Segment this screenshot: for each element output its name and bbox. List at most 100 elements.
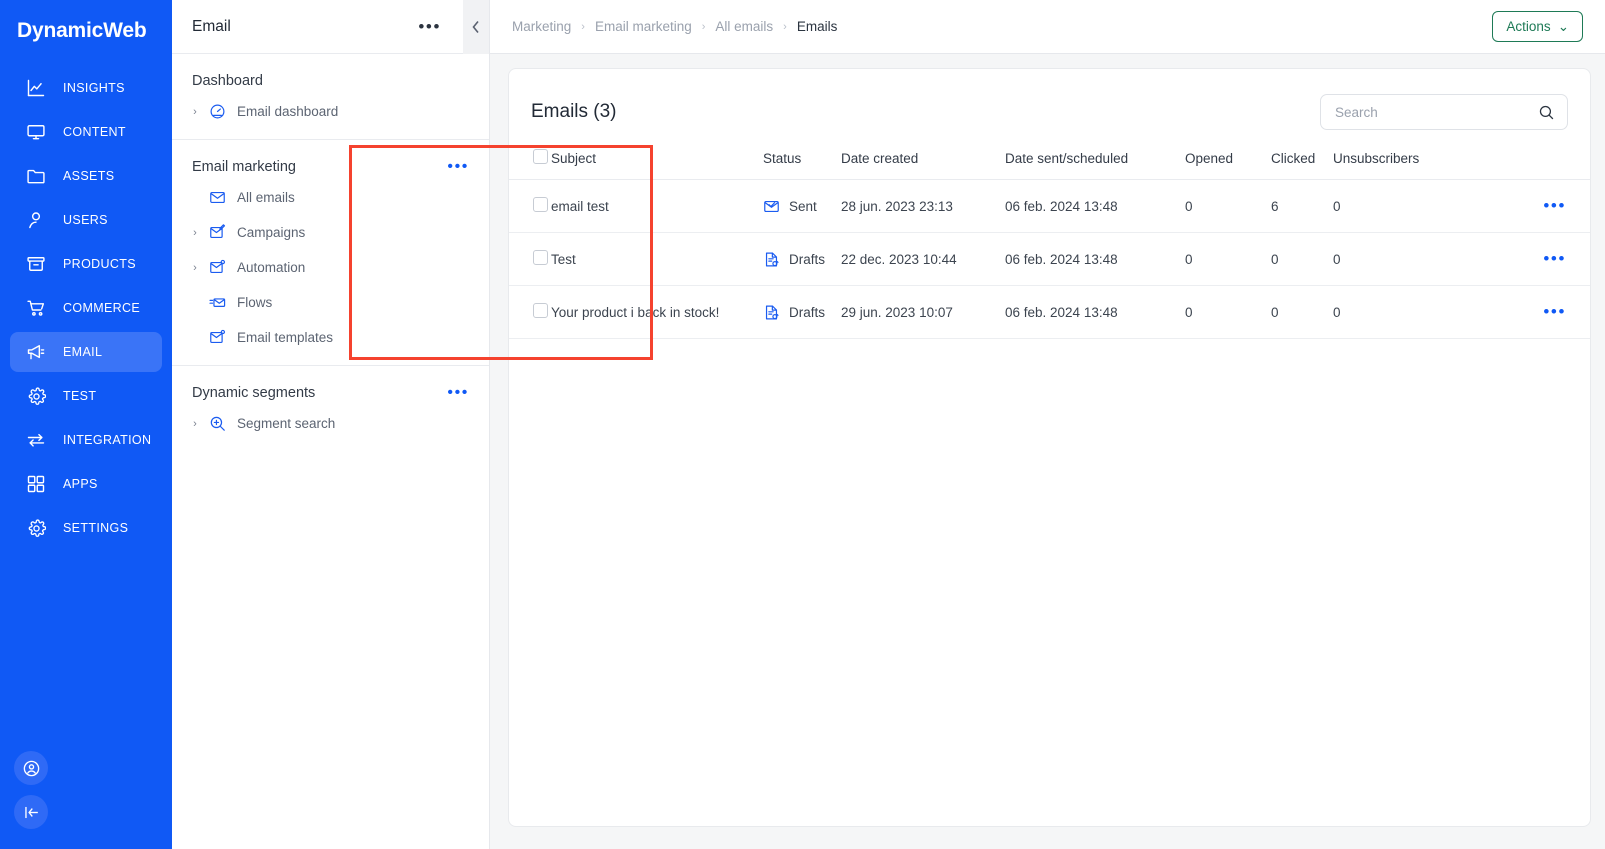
rail-item-email[interactable]: EMAIL xyxy=(10,332,162,372)
rail-item-settings[interactable]: SETTINGS xyxy=(10,508,162,548)
cell-status: Drafts xyxy=(763,285,841,339)
folder-icon xyxy=(26,166,46,186)
row-checkbox[interactable] xyxy=(533,250,548,265)
panel-collapse-button[interactable] xyxy=(463,0,489,54)
row-checkbox[interactable] xyxy=(533,303,548,318)
sidebar-item-label: Email dashboard xyxy=(237,104,339,119)
rail-item-commerce[interactable]: COMMERCE xyxy=(10,288,162,328)
rail-item-label: ASSETS xyxy=(63,169,115,183)
sidebar-item-email-dashboard[interactable]: › Email dashboard xyxy=(172,94,489,129)
envelope-icon xyxy=(208,189,226,207)
chevron-right-icon[interactable]: › xyxy=(188,262,202,274)
search-box[interactable] xyxy=(1320,94,1568,130)
status-label: Sent xyxy=(789,198,817,214)
cell-unsubscribers: 0 xyxy=(1333,285,1483,339)
status-badge: Sent xyxy=(763,198,841,215)
user-account-button[interactable] xyxy=(14,751,48,785)
envelope-gear-icon xyxy=(208,259,226,277)
secondary-nav-panel: Email ••• Dashboard › Email dashboard Email… xyxy=(172,0,653,849)
row-menu-button[interactable]: ••• xyxy=(1483,303,1590,320)
rail-item-label: TEST xyxy=(63,389,97,403)
sidebar-item-label: Email templates xyxy=(237,330,334,345)
cell-unsubscribers: 0 xyxy=(1333,179,1483,233)
envelope-edit-icon xyxy=(208,224,226,242)
actions-button[interactable]: Actions ⌄ xyxy=(1492,11,1583,42)
column-header-actions xyxy=(1483,141,1590,180)
nav-group-dashboard: Dashboard › Email dashboard xyxy=(172,54,489,140)
rail-item-insights[interactable]: INSIGHTS xyxy=(10,68,162,108)
emails-table: Subject Status Date created Date sent/sc… xyxy=(509,141,1590,339)
sidebar-item-segment-search[interactable]: › Segment search xyxy=(172,406,489,441)
rail-item-label: PRODUCTS xyxy=(63,257,136,271)
row-select-cell xyxy=(509,285,551,339)
row-checkbox[interactable] xyxy=(533,197,548,212)
breadcrumb-item-emails: Emails xyxy=(796,19,838,34)
chevron-right-icon[interactable]: › xyxy=(188,418,202,430)
column-header-status[interactable]: Status xyxy=(763,141,841,180)
rail-item-users[interactable]: USERS xyxy=(10,200,162,240)
sidebar-item-label: All emails xyxy=(237,190,295,205)
row-select-cell xyxy=(509,179,551,233)
row-menu-button[interactable]: ••• xyxy=(1483,197,1590,214)
row-menu-button[interactable]: ••• xyxy=(1483,250,1590,267)
table-header-row: Subject Status Date created Date sent/sc… xyxy=(509,141,1590,180)
column-header-subject[interactable]: Subject xyxy=(551,141,763,180)
column-header-unsubscribers[interactable]: Unsubscribers xyxy=(1333,141,1483,180)
envelope-flow-icon xyxy=(208,294,226,312)
column-header-date-sent[interactable]: Date sent/scheduled xyxy=(1005,141,1185,180)
table-row[interactable]: Test Drafts 22 dec. 2023 10:44 06 feb. 2024… xyxy=(509,232,1590,286)
sidebar-item-email-templates[interactable]: ›Email templates xyxy=(172,320,489,355)
table-row[interactable]: email test Sent 28 jun. 2023 23:13 06 feb. … xyxy=(509,179,1590,233)
breadcrumb-item-marketing[interactable]: Marketing xyxy=(512,19,571,34)
cell-date-created: 29 jun. 2023 10:07 xyxy=(841,285,1005,339)
table-row[interactable]: Your product i back in stock! Drafts 29 ju… xyxy=(509,285,1590,339)
rail-item-apps[interactable]: APPS xyxy=(10,464,162,504)
sidebar-item-all-emails[interactable]: ›All emails xyxy=(172,180,489,215)
nav-group-more-button[interactable]: ••• xyxy=(447,385,469,401)
breadcrumb-item-email-marketing[interactable]: Email marketing xyxy=(595,19,692,34)
select-all-checkbox[interactable] xyxy=(533,149,548,164)
rail-item-assets[interactable]: ASSETS xyxy=(10,156,162,196)
rail-item-products[interactable]: PRODUCTS xyxy=(10,244,162,284)
rail-item-test[interactable]: TEST xyxy=(10,376,162,416)
cell-date-created: 22 dec. 2023 10:44 xyxy=(841,232,1005,286)
rail-item-content[interactable]: CONTENT xyxy=(10,112,162,152)
nav-group-more-button[interactable]: ••• xyxy=(447,159,469,175)
row-select-cell xyxy=(509,232,551,286)
document-edit-icon xyxy=(763,251,780,268)
monitor-icon xyxy=(26,122,46,142)
cell-clicked: 0 xyxy=(1271,285,1333,339)
column-header-date-created[interactable]: Date created xyxy=(841,141,1005,180)
table-body: email test Sent 28 jun. 2023 23:13 06 feb. … xyxy=(509,179,1590,339)
sidebar-item-label: Automation xyxy=(237,260,306,275)
actions-button-label: Actions xyxy=(1506,19,1551,34)
sidebar-item-automation[interactable]: › Automation xyxy=(172,250,489,285)
search-input[interactable] xyxy=(1335,104,1538,120)
top-bar: Marketing › Email marketing › All emails › Ema… xyxy=(490,0,1605,54)
column-header-clicked[interactable]: Clicked xyxy=(1271,141,1333,180)
search-icon[interactable] xyxy=(1538,104,1555,121)
cell-date-sent: 06 feb. 2024 13:48 xyxy=(1005,285,1185,339)
status-label: Drafts xyxy=(789,304,826,320)
column-header-opened[interactable]: Opened xyxy=(1185,141,1271,180)
breadcrumb-item-all-emails[interactable]: All emails xyxy=(715,19,773,34)
panel-groups: Dashboard › Email dashboard Email marketing… xyxy=(172,54,489,451)
select-all-header xyxy=(509,141,551,180)
rail-item-label: INTEGRATION xyxy=(63,433,152,447)
chevron-right-icon[interactable]: › xyxy=(188,227,202,239)
collapse-sidebar-button[interactable] xyxy=(14,795,48,829)
rail-item-integration[interactable]: INTEGRATION xyxy=(10,420,162,460)
breadcrumb-separator: › xyxy=(783,20,787,33)
sidebar-item-flows[interactable]: ›Flows xyxy=(172,285,489,320)
cart-icon xyxy=(26,298,46,318)
gear-icon xyxy=(26,386,46,406)
cell-subject: email test xyxy=(551,179,763,233)
grid-squares-icon xyxy=(26,474,46,494)
sidebar-item-campaigns[interactable]: › Campaigns xyxy=(172,215,489,250)
cell-opened: 0 xyxy=(1185,179,1271,233)
panel-more-button[interactable]: ••• xyxy=(418,18,441,35)
primary-sidebar: DynamicWeb INSIGHTS CONTENT ASSETS USERS PRO… xyxy=(0,0,172,849)
status-badge: Drafts xyxy=(763,304,841,321)
card-header: Emails (3) xyxy=(509,69,1590,133)
chevron-right-icon[interactable]: › xyxy=(188,106,202,118)
